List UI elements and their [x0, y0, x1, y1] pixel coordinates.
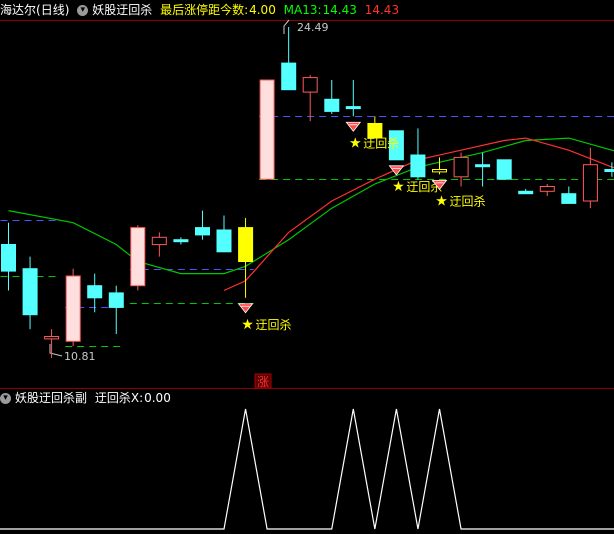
star-icon: ★	[349, 135, 362, 151]
star-icon: ★	[241, 317, 254, 333]
gem-icon	[345, 121, 362, 132]
candle-body	[604, 169, 614, 172]
candle-body	[65, 275, 81, 342]
candle-body	[259, 79, 275, 180]
candle-body	[453, 156, 469, 178]
candle-body	[432, 169, 447, 173]
candle-body	[345, 106, 361, 110]
candle-body	[216, 229, 232, 253]
limit-up-marker: 涨	[257, 374, 269, 389]
candle-body	[496, 159, 512, 180]
min-price-label: 10.81	[64, 350, 96, 363]
kline-chart[interactable]: 涨 24.49 10.81 ★ 迂回杀★ 迂回杀★ 迂回杀★ 迂回杀	[0, 0, 614, 534]
candle-body	[281, 62, 297, 91]
candle-body	[238, 227, 254, 263]
candle-body	[173, 239, 189, 243]
candle-body	[539, 186, 555, 192]
candle-body	[44, 336, 60, 340]
gem-icon	[237, 303, 254, 314]
star-icon: ★	[435, 193, 448, 209]
star-icon: ★	[392, 179, 405, 195]
candle-body	[475, 164, 491, 168]
candle-body	[130, 227, 146, 287]
candle-body	[87, 285, 103, 299]
candle-body	[324, 98, 340, 112]
candle-body	[582, 164, 598, 202]
candle-body	[1, 244, 16, 272]
candle-body	[561, 193, 577, 204]
signal-label: 迂回杀	[256, 317, 292, 332]
candle-body	[518, 190, 534, 195]
candle-body	[108, 292, 124, 308]
signal-label: 迂回杀	[450, 193, 486, 208]
candle-body	[151, 236, 167, 246]
signal-label: 迂回杀	[363, 135, 399, 150]
candle-body	[410, 154, 426, 178]
max-price-label: 24.49	[297, 21, 329, 34]
candle-body	[302, 77, 318, 93]
candle-body	[22, 268, 38, 316]
sub-indicator-line	[0, 408, 614, 530]
ma13-line	[8, 137, 614, 275]
candle-body	[195, 227, 210, 236]
